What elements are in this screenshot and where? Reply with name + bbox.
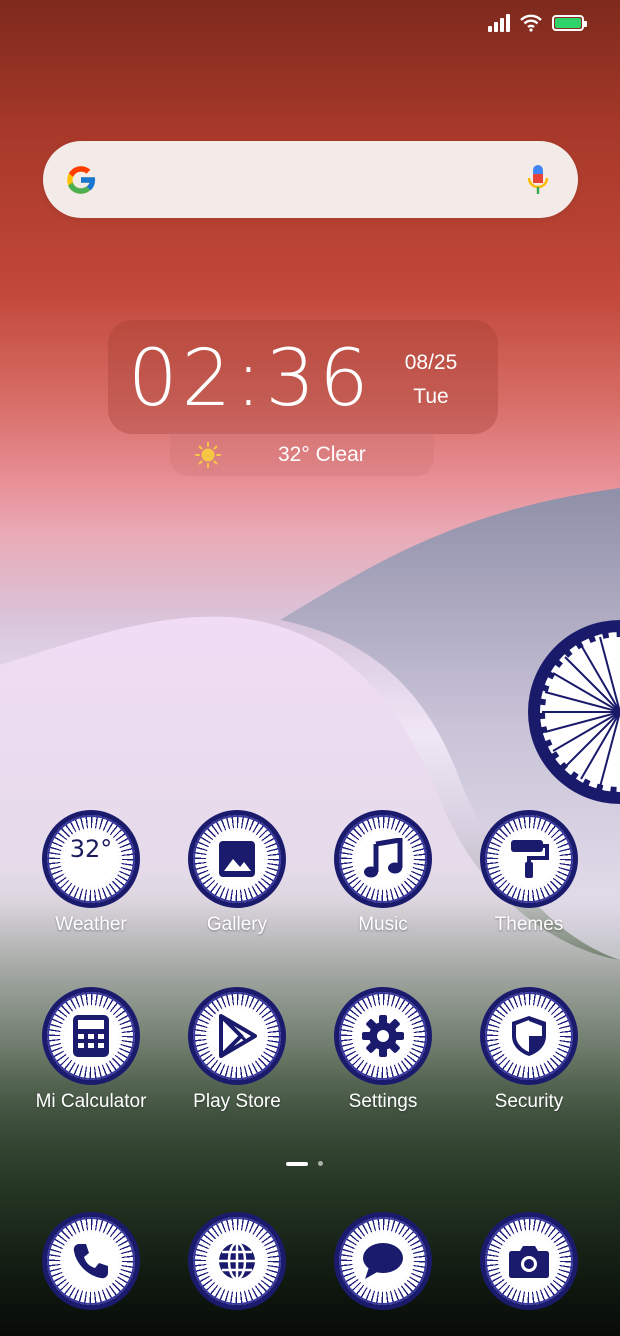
image-icon[interactable] [188, 810, 286, 908]
page-dot-active [286, 1161, 308, 1166]
microphone-icon[interactable] [526, 163, 550, 197]
app-label: Weather [55, 914, 127, 935]
app-security[interactable]: Security [456, 987, 602, 1113]
app-label: Play Store [193, 1091, 281, 1112]
weather-temp: 32° [69, 835, 113, 863]
sun-icon [195, 442, 221, 468]
dock-messages[interactable] [310, 1212, 456, 1310]
battery-icon [552, 15, 587, 31]
battery-fill [555, 18, 581, 28]
clock-date[interactable]: 08/25 Tue [400, 346, 462, 414]
phone-icon[interactable] [42, 1212, 140, 1310]
page-dot [318, 1161, 323, 1166]
camera-icon[interactable] [480, 1212, 578, 1310]
weekday-text: Tue [413, 385, 449, 408]
app-label: Settings [348, 1091, 418, 1112]
dock-camera[interactable] [456, 1212, 602, 1310]
app-weather[interactable]: 32° Weather [18, 810, 164, 936]
app-label: Music [358, 914, 408, 935]
status-bar [488, 14, 587, 32]
play-store-icon[interactable] [188, 987, 286, 1085]
weather-icon[interactable]: 32° [42, 810, 140, 908]
date-text: 08/25 [404, 351, 458, 374]
app-label: Security [494, 1091, 564, 1112]
shield-icon[interactable] [480, 987, 578, 1085]
dock-browser[interactable] [164, 1212, 310, 1310]
google-search-bar[interactable] [43, 141, 578, 218]
app-label: Mi Calculator [35, 1091, 147, 1112]
weather-text[interactable]: 32° Clear [278, 443, 366, 467]
chat-bubble-icon[interactable] [334, 1212, 432, 1310]
globe-icon[interactable] [188, 1212, 286, 1310]
clock-time[interactable]: 02:36 [128, 334, 373, 424]
app-label: Gallery [206, 914, 268, 935]
music-note-icon[interactable] [334, 810, 432, 908]
app-gallery[interactable]: Gallery [164, 810, 310, 936]
app-play-store[interactable]: Play Store [164, 987, 310, 1113]
wifi-icon [520, 14, 542, 32]
app-themes[interactable]: Themes [456, 810, 602, 936]
google-g-logo [67, 165, 96, 194]
paint-roller-icon[interactable] [480, 810, 578, 908]
app-label: Themes [494, 914, 564, 935]
dock-phone[interactable] [18, 1212, 164, 1310]
app-settings[interactable]: Settings [310, 987, 456, 1113]
page-indicator [286, 1161, 323, 1166]
app-mi-calculator[interactable]: Mi Calculator [18, 987, 164, 1113]
app-music[interactable]: Music [310, 810, 456, 936]
signal-icon [488, 14, 510, 32]
calculator-icon[interactable] [42, 987, 140, 1085]
gear-icon[interactable] [334, 987, 432, 1085]
